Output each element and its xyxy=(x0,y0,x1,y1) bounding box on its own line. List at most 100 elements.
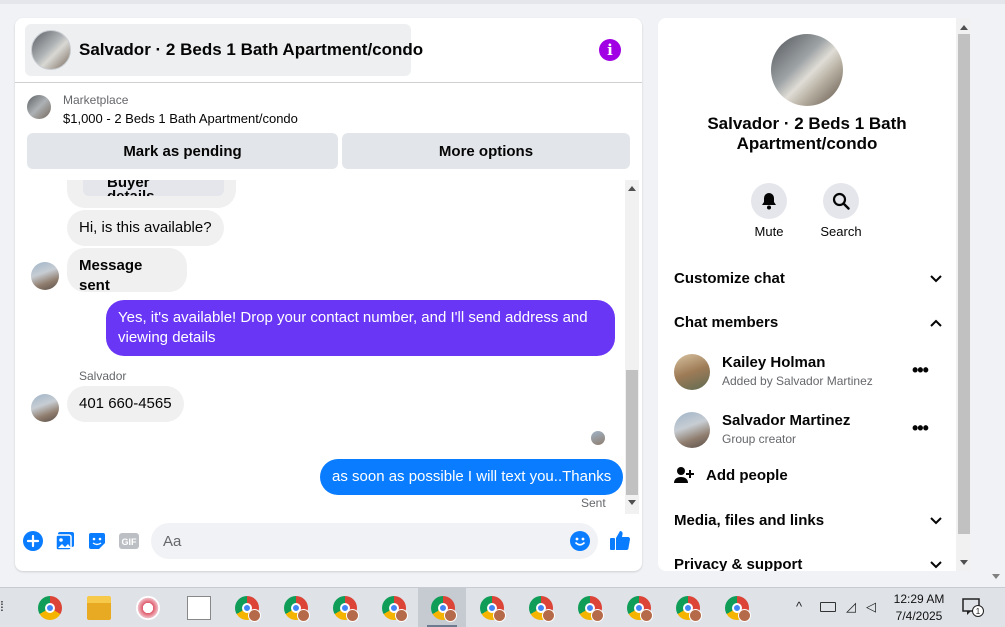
header-divider xyxy=(15,82,642,83)
member-avatar xyxy=(674,354,710,390)
taskbar: ⁞ ^ ◿ ◁ 12:29 AM 7/4/2025 1 xyxy=(0,587,1005,627)
page-scrollbar-thumb[interactable] xyxy=(958,34,970,534)
file-explorer-icon[interactable] xyxy=(87,596,111,620)
message-list[interactable]: Buyer details Hi, is this available? Mes… xyxy=(15,180,625,514)
sender-name: Salvador xyxy=(79,369,127,383)
marketplace-thumbnail xyxy=(27,95,51,119)
seen-receipt-avatar xyxy=(591,431,605,445)
search-icon xyxy=(832,192,850,210)
sender-avatar[interactable] xyxy=(31,394,59,422)
outgoing-message-bubble: Yes, it's available! Drop your contact n… xyxy=(106,300,615,356)
search-label: Search xyxy=(820,224,862,239)
member-item[interactable]: Salvador Martinez Group creator ••• xyxy=(674,412,942,452)
customize-chat-label: Customize chat xyxy=(674,270,785,287)
outgoing-message-bubble: as soon as possible I will text you..Tha… xyxy=(320,459,624,495)
message-bubble: Message sent xyxy=(67,248,187,294)
media-files-row[interactable]: Media, files and links xyxy=(674,512,942,529)
chat-panel: Salvador · 2 Beds 1 Bath Apartment/condo… xyxy=(15,18,642,571)
search-button[interactable] xyxy=(823,183,859,219)
message-scrollbar-thumb[interactable] xyxy=(626,370,638,495)
window-scroll-down-icon[interactable] xyxy=(992,574,1000,579)
page-scroll-down-icon[interactable] xyxy=(960,560,968,565)
chat-members-row[interactable]: Chat members xyxy=(674,314,942,331)
message-bubble: Hi, is this available? xyxy=(67,210,224,246)
plus-icon[interactable] xyxy=(22,530,44,552)
chevron-down-icon xyxy=(930,516,942,524)
task-view-icon[interactable]: ⁞ xyxy=(0,598,8,618)
sticker-icon[interactable] xyxy=(86,530,108,552)
add-person-icon xyxy=(674,467,694,483)
scroll-down-arrow-icon[interactable] xyxy=(628,500,636,505)
member-item[interactable]: Kailey Holman Added by Salvador Martinez… xyxy=(674,354,942,394)
message-bubble: 401 660-4565 xyxy=(67,386,184,422)
add-people-button[interactable]: Add people xyxy=(674,466,788,484)
chat-info-panel: Salvador · 2 Beds 1 Bath Apartment/condo… xyxy=(658,18,956,571)
bell-icon xyxy=(762,193,776,210)
message-input[interactable] xyxy=(151,523,598,559)
listing-thumbnail xyxy=(31,30,71,70)
chevron-up-icon xyxy=(930,319,942,327)
chevron-down-icon xyxy=(930,560,942,568)
member-name: Kailey Holman xyxy=(722,354,826,371)
listing-price[interactable]: $1,000 - 2 Beds 1 Bath Apartment/condo xyxy=(63,111,298,126)
more-icon[interactable]: ••• xyxy=(912,360,929,381)
more-options-button[interactable]: More options xyxy=(342,133,630,169)
info-title: Salvador · 2 Beds 1 Bath Apartment/condo xyxy=(707,114,907,153)
member-subtitle: Added by Salvador Martinez xyxy=(722,374,873,388)
battery-icon[interactable] xyxy=(820,602,836,612)
privacy-support-label: Privacy & support xyxy=(674,556,803,571)
chat-members-label: Chat members xyxy=(674,314,779,331)
media-files-label: Media, files and links xyxy=(674,512,825,529)
gif-label: GIF xyxy=(122,537,138,547)
chrome-profile-icon[interactable] xyxy=(529,596,555,622)
buyer-details-button[interactable]: Buyer details xyxy=(83,180,224,196)
chat-header[interactable]: Salvador · 2 Beds 1 Bath Apartment/condo xyxy=(25,24,423,76)
notification-icon[interactable]: 1 xyxy=(962,597,984,617)
paint-app-icon[interactable] xyxy=(136,596,160,620)
customize-chat-row[interactable]: Customize chat xyxy=(674,270,942,287)
member-name: Salvador Martinez xyxy=(722,412,851,429)
chat-avatar[interactable] xyxy=(771,34,843,106)
thumbs-up-icon[interactable] xyxy=(609,529,631,551)
mute-button[interactable] xyxy=(751,183,787,219)
chat-title: Salvador · 2 Beds 1 Bath Apartment/condo xyxy=(79,40,424,59)
sent-status: Sent xyxy=(581,496,606,510)
scroll-up-arrow-icon[interactable] xyxy=(628,186,636,191)
chrome-profile-icon[interactable] xyxy=(284,596,310,622)
sender-avatar[interactable] xyxy=(31,262,59,290)
document-app-icon[interactable] xyxy=(187,596,211,620)
chrome-profile-icon[interactable] xyxy=(676,596,702,622)
chrome-profile-icon[interactable] xyxy=(431,596,457,622)
page-scroll-up-icon[interactable] xyxy=(960,25,968,30)
marketplace-label: Marketplace xyxy=(63,93,129,107)
more-icon[interactable]: ••• xyxy=(912,418,929,439)
chrome-profile-icon[interactable] xyxy=(725,596,751,622)
message-bubble-partial: Buyer details xyxy=(67,180,236,208)
mute-label: Mute xyxy=(754,224,784,239)
chrome-profile-icon[interactable] xyxy=(382,596,408,622)
wifi-icon[interactable]: ◿ xyxy=(846,599,856,615)
member-subtitle: Group creator xyxy=(722,432,797,446)
add-people-label: Add people xyxy=(706,466,788,484)
emoji-icon[interactable] xyxy=(569,530,591,552)
chrome-profile-icon[interactable] xyxy=(627,596,653,622)
browser-top-edge xyxy=(0,0,1005,4)
chrome-profile-icon[interactable] xyxy=(235,596,261,622)
clock-time: 12:29 AM xyxy=(893,592,945,606)
chrome-icon[interactable] xyxy=(38,596,62,620)
mark-pending-button[interactable]: Mark as pending xyxy=(27,133,338,169)
volume-icon[interactable]: ◁ xyxy=(866,599,876,615)
member-avatar xyxy=(674,412,710,448)
chrome-profile-icon[interactable] xyxy=(480,596,506,622)
chrome-profile-icon[interactable] xyxy=(333,596,359,622)
notification-count: 1 xyxy=(976,607,981,616)
clock-date: 7/4/2025 xyxy=(895,609,943,623)
photo-icon[interactable] xyxy=(54,530,76,552)
info-icon[interactable]: i xyxy=(599,39,621,61)
tray-chevron-icon[interactable]: ^ xyxy=(796,599,802,614)
chevron-down-icon xyxy=(930,274,942,282)
gif-icon[interactable]: GIF xyxy=(118,530,140,552)
privacy-support-row[interactable]: Privacy & support xyxy=(674,556,942,571)
chrome-profile-icon[interactable] xyxy=(578,596,604,622)
system-clock[interactable]: 12:29 AM 7/4/2025 xyxy=(880,591,958,625)
